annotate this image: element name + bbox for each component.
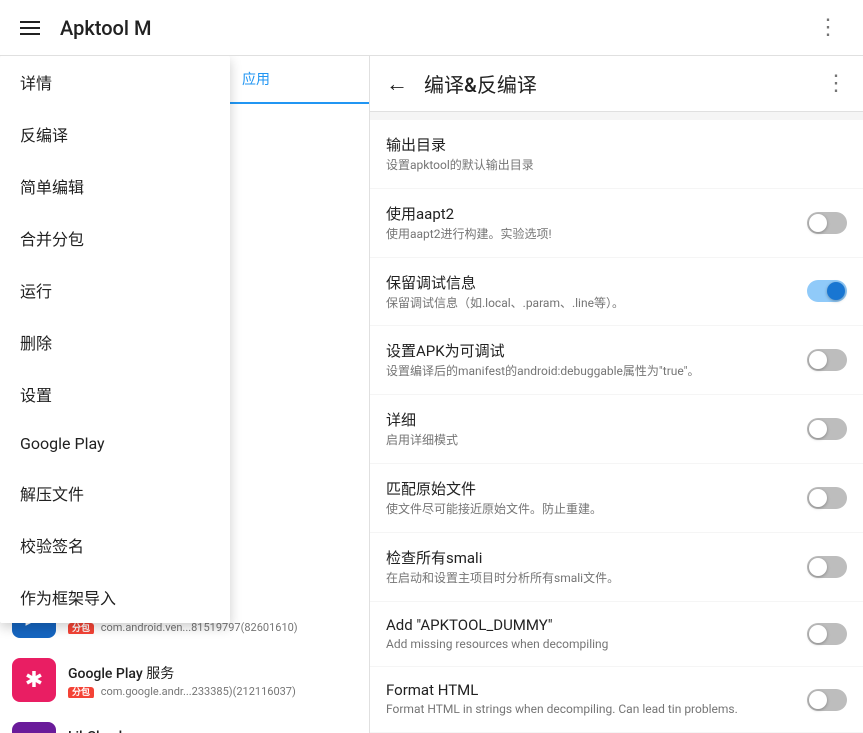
badge-fen: 分包 (68, 687, 94, 698)
dropdown-item-run[interactable]: 运行 (0, 264, 230, 316)
dropdown-item-verify-sig[interactable]: 校验签名 (0, 519, 230, 571)
list-item-libchecker[interactable]: ⚙ LibChecker com.absinthe.libcheck...v2.… (0, 712, 369, 733)
dropdown-item-google-play[interactable]: Google Play (0, 420, 230, 467)
setting-name: 详细 (386, 409, 795, 430)
setting-match-original: 匹配原始文件 使文件尽可能接近原始文件。防止重建。 (370, 464, 863, 532)
setting-desc: 使用aapt2进行构建。实验选项! (386, 226, 795, 243)
setting-desc: 使文件尽可能接近原始文件。防止重建。 (386, 501, 795, 518)
dropdown-item-detail[interactable]: 详情 (0, 56, 230, 108)
right-panel-title: 编译&反编译 (424, 69, 809, 98)
app-info: LibChecker com.absinthe.libcheck...v2.0.… (68, 729, 357, 733)
main-content: 详情 反编译 简单编辑 合并分包 运行 删除 设置 Google Play (0, 56, 863, 733)
setting-add-dummy: Add "APKTOOL_DUMMY" Add missing resource… (370, 602, 863, 667)
setting-text: 详细 启用详细模式 (386, 409, 795, 449)
setting-name: 使用aapt2 (386, 203, 795, 224)
setting-desc: 保留调试信息（如.local、.param、.line等）。 (386, 295, 795, 312)
app-icon-gplay-services: ✱ (12, 658, 56, 702)
dropdown-menu: 详情 反编译 简单编辑 合并分包 运行 删除 设置 Google Play (0, 56, 230, 623)
setting-text: 检查所有smali 在启动和设置主项目时分析所有smali文件。 (386, 547, 795, 587)
right-panel-header: ← 编译&反编译 ⋮ (370, 56, 863, 112)
setting-text: 设置APK为可调试 设置编译后的manifest的android:debugga… (386, 340, 795, 380)
toggle-check-all-smali[interactable] (807, 556, 847, 578)
setting-text: Add "APKTOOL_DUMMY" Add missing resource… (386, 616, 795, 653)
toggle-verbose[interactable] (807, 418, 847, 440)
setting-desc: Add missing resources when decompiling (386, 636, 795, 653)
app-info: Google Play 服务 分包 com.google.andr...2333… (68, 663, 357, 698)
setting-name: Format HTML (386, 681, 795, 699)
setting-name: 检查所有smali (386, 547, 795, 568)
dropdown-item-delete[interactable]: 删除 (0, 316, 230, 368)
setting-desc: 启用详细模式 (386, 432, 795, 449)
setting-text: 使用aapt2 使用aapt2进行构建。实验选项! (386, 203, 795, 243)
setting-name: 匹配原始文件 (386, 478, 795, 499)
toggle-set-debuggable[interactable] (807, 349, 847, 371)
toggle-add-dummy[interactable] (807, 623, 847, 645)
setting-keep-debug: 保留调试信息 保留调试信息（如.local、.param、.line等）。 (370, 258, 863, 326)
setting-check-all-smali: 检查所有smali 在启动和设置主项目时分析所有smali文件。 (370, 533, 863, 601)
back-button[interactable]: ← (386, 71, 408, 97)
app-title: Apktool M (60, 16, 151, 40)
setting-text: 匹配原始文件 使文件尽可能接近原始文件。防止重建。 (386, 478, 795, 518)
dropdown-item-simple-edit[interactable]: 简单编辑 (0, 160, 230, 212)
setting-desc: 设置编译后的manifest的android:debuggable属性为"tru… (386, 363, 795, 380)
app-name: Google Play 服务 (68, 663, 357, 683)
setting-set-debuggable: 设置APK为可调试 设置编译后的manifest的android:debugga… (370, 326, 863, 394)
left-panel: 详情 反编译 简单编辑 合并分包 运行 删除 设置 Google Play (0, 56, 370, 733)
dropdown-item-extract[interactable]: 解压文件 (0, 467, 230, 519)
app-pkg: 分包 com.google.andr...233385)(212116037) (68, 685, 357, 698)
setting-format-html: Format HTML Format HTML in strings when … (370, 667, 863, 732)
dropdown-item-decompile[interactable]: 反编译 (0, 108, 230, 160)
setting-text: Format HTML Format HTML in strings when … (386, 681, 795, 718)
setting-output-dir: 输出目录 设置apktool的默认输出目录 (370, 120, 863, 188)
list-item-gplay-services[interactable]: ✱ Google Play 服务 分包 com.google.andr...23… (0, 648, 369, 712)
right-panel: ← 编译&反编译 ⋮ 输出目录 设置apktool的默认输出目录 使用aapt2… (370, 56, 863, 733)
setting-name: 保留调试信息 (386, 272, 795, 293)
setting-name: 设置APK为可调试 (386, 340, 795, 361)
settings-list: 输出目录 设置apktool的默认输出目录 使用aapt2 使用aapt2进行构… (370, 112, 863, 733)
setting-use-aapt2: 使用aapt2 使用aapt2进行构建。实验选项! (370, 189, 863, 257)
dropdown-item-settings[interactable]: 设置 (0, 368, 230, 420)
toggle-match-original[interactable] (807, 487, 847, 509)
setting-desc: 在启动和设置主项目时分析所有smali文件。 (386, 570, 795, 587)
setting-verbose: 详细 启用详细模式 (370, 395, 863, 463)
right-panel-more-icon[interactable]: ⋮ (825, 71, 847, 96)
top-bar-more-icon[interactable]: ⋮ (809, 7, 847, 48)
setting-desc: 设置apktool的默认输出目录 (386, 157, 847, 174)
dropdown-item-merge-pkg[interactable]: 合并分包 (0, 212, 230, 264)
toggle-format-html[interactable] (807, 689, 847, 711)
setting-text: 输出目录 设置apktool的默认输出目录 (386, 134, 847, 174)
app-name: LibChecker (68, 729, 357, 733)
setting-text: 保留调试信息 保留调试信息（如.local、.param、.line等）。 (386, 272, 795, 312)
setting-name: 输出目录 (386, 134, 847, 155)
dropdown-item-import-framework[interactable]: 作为框架导入 (0, 571, 230, 623)
tab-app[interactable]: 应用 (230, 56, 282, 104)
top-bar-left: Apktool M (16, 16, 809, 40)
badge-fen: 分包 (68, 623, 94, 634)
top-bar: Apktool M ⋮ (0, 0, 863, 56)
hamburger-menu[interactable] (16, 17, 44, 39)
setting-name: Add "APKTOOL_DUMMY" (386, 616, 795, 634)
app-icon-libchecker: ⚙ (12, 722, 56, 733)
toggle-use-aapt2[interactable] (807, 212, 847, 234)
toggle-keep-debug[interactable] (807, 280, 847, 302)
setting-desc: Format HTML in strings when decompiling.… (386, 701, 795, 718)
